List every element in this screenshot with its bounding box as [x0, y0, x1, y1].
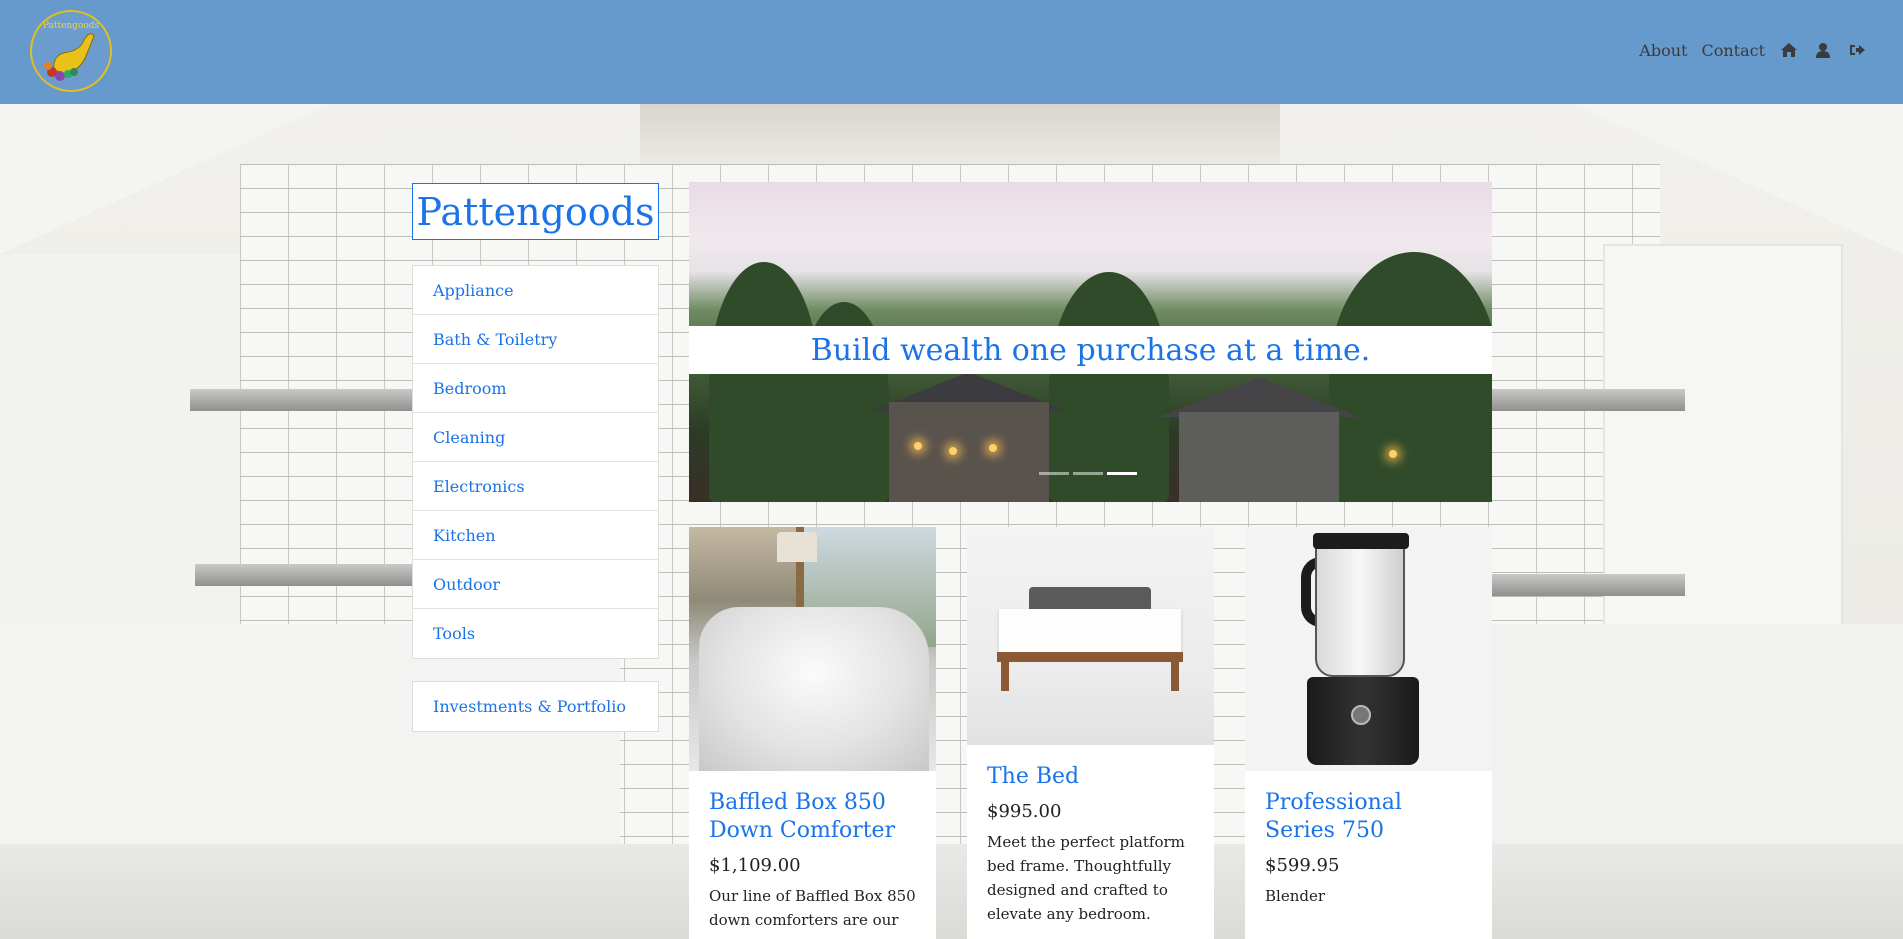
home-icon[interactable] — [1779, 40, 1799, 60]
shelf-left-lower — [195, 564, 425, 586]
user-icon[interactable] — [1813, 40, 1833, 60]
nav-link-about[interactable]: About — [1639, 41, 1687, 60]
string-light — [989, 444, 997, 452]
shelf-left-upper — [190, 389, 420, 411]
category-item-appliance[interactable]: Appliance — [413, 266, 658, 315]
product-image-comforter[interactable] — [689, 527, 936, 771]
product-card-blender[interactable]: Professional Series 750 $599.95 Blender — [1245, 527, 1492, 939]
sign-out-icon[interactable] — [1847, 40, 1867, 60]
product-card-comforter[interactable]: Baffled Box 850 Down Comforter $1,109.00… — [689, 527, 936, 939]
product-description: Blender — [1265, 887, 1326, 905]
product-card-bed[interactable]: The Bed $995.00 Meet the perfect platfor… — [967, 527, 1214, 939]
bed-leg — [1171, 657, 1179, 691]
bed-leg — [1001, 657, 1009, 691]
blender-knob — [1351, 705, 1371, 725]
blender-jar — [1315, 537, 1405, 677]
category-item-bedroom[interactable]: Bedroom — [413, 364, 658, 413]
hero-carousel[interactable]: Build wealth one purchase at a time. — [689, 182, 1492, 502]
category-item-bath-toiletry[interactable]: Bath & Toiletry — [413, 315, 658, 364]
brand-title[interactable]: Pattengoods — [412, 183, 659, 240]
nav-link-contact[interactable]: Contact — [1701, 41, 1765, 60]
shelf-right-upper — [1490, 389, 1685, 411]
house-roof — [1159, 377, 1359, 417]
string-light — [949, 447, 957, 455]
bed-frame — [997, 652, 1183, 662]
range-hood-right — [1573, 104, 1903, 254]
site-logo[interactable]: Pattengoods — [30, 10, 112, 92]
product-title[interactable]: Professional Series 750 — [1265, 789, 1472, 845]
card-body: The Bed $995.00 Meet the perfect platfor… — [967, 745, 1214, 926]
comforter — [699, 607, 929, 771]
product-title[interactable]: The Bed — [987, 763, 1194, 791]
category-item-electronics[interactable]: Electronics — [413, 462, 658, 511]
cornucopia-icon — [44, 33, 95, 81]
string-light — [914, 442, 922, 450]
card-body: Baffled Box 850 Down Comforter $1,109.00… — [689, 771, 936, 932]
investments-portfolio-link[interactable]: Investments & Portfolio — [412, 681, 659, 732]
product-image-blender[interactable] — [1245, 527, 1492, 771]
nav-right-group: About Contact — [1639, 40, 1867, 60]
carousel-indicator-1[interactable] — [1039, 472, 1069, 475]
product-image-bed[interactable] — [967, 527, 1214, 745]
product-price: $599.95 — [1265, 855, 1340, 876]
blender-lid — [1313, 533, 1409, 549]
category-item-outdoor[interactable]: Outdoor — [413, 560, 658, 609]
category-list: Appliance Bath & Toiletry Bedroom Cleani… — [412, 265, 659, 659]
carousel-indicators — [1039, 472, 1137, 475]
string-light — [1389, 450, 1397, 458]
card-body: Professional Series 750 $599.95 Blender — [1245, 771, 1492, 908]
category-item-kitchen[interactable]: Kitchen — [413, 511, 658, 560]
category-item-tools[interactable]: Tools — [413, 609, 658, 658]
lamp — [777, 532, 817, 562]
shelf-right-lower — [1490, 574, 1685, 596]
product-description: Our line of Baffled Box 850 down comfort… — [709, 887, 916, 929]
house — [889, 402, 1049, 502]
range-hood-left — [0, 104, 330, 254]
carousel-indicator-2[interactable] — [1073, 472, 1103, 475]
top-navbar: Pattengoods About Contact — [0, 0, 1903, 104]
product-title[interactable]: Baffled Box 850 Down Comforter — [709, 789, 916, 845]
carousel-indicator-3[interactable] — [1107, 472, 1137, 475]
product-price: $995.00 — [987, 801, 1062, 822]
carousel-caption: Build wealth one purchase at a time. — [689, 326, 1492, 374]
product-price: $1,109.00 — [709, 855, 801, 876]
product-description: Meet the perfect platform bed frame. Tho… — [987, 833, 1185, 923]
house — [1179, 412, 1339, 502]
mattress — [999, 609, 1181, 654]
countertop — [0, 844, 1903, 939]
category-item-cleaning[interactable]: Cleaning — [413, 413, 658, 462]
